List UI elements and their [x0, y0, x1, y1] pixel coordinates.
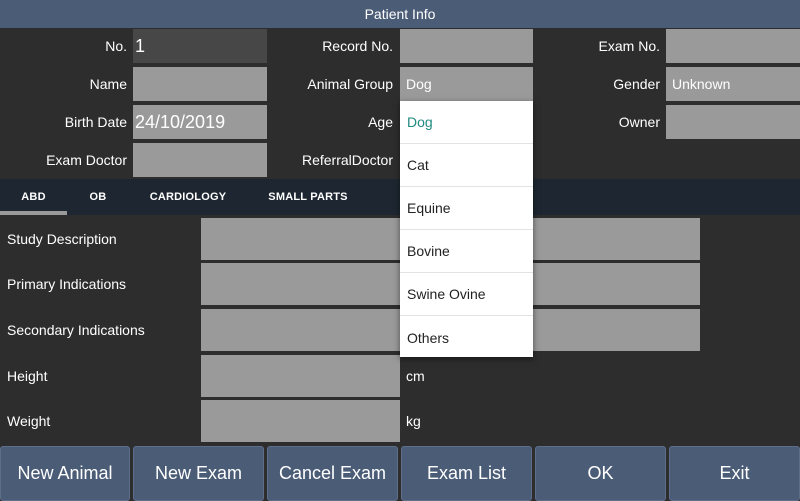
option-cat[interactable]: Cat [400, 144, 533, 187]
option-bovine[interactable]: Bovine [400, 230, 533, 273]
record-no-label: Record No. [322, 38, 393, 54]
tab-cardiology[interactable]: CARDIOLOGY [129, 179, 247, 215]
exam-doctor-field[interactable] [133, 143, 267, 177]
no-label: No. [105, 38, 127, 54]
no-field[interactable]: 1 [133, 29, 267, 63]
tab-small-parts[interactable]: SMALL PARTS [247, 179, 369, 215]
gender-label: Gender [613, 76, 660, 92]
new-exam-button[interactable]: New Exam [133, 446, 264, 501]
study-description-label: Study Description [7, 231, 117, 247]
window-title: Patient Info [0, 0, 800, 28]
secondary-indications-label: Secondary Indications [7, 322, 145, 338]
option-equine[interactable]: Equine [400, 187, 533, 230]
tab-abd[interactable]: ABD [0, 179, 67, 215]
primary-indications-label: Primary Indications [7, 276, 127, 292]
ok-button[interactable]: OK [535, 446, 666, 501]
height-label: Height [7, 368, 48, 384]
exam-list-button[interactable]: Exam List [401, 446, 532, 501]
exit-button[interactable]: Exit [669, 446, 800, 501]
option-swine-ovine[interactable]: Swine Ovine [400, 273, 533, 316]
owner-label: Owner [618, 114, 660, 130]
name-label: Name [89, 76, 127, 92]
name-field[interactable] [133, 67, 267, 101]
birth-date-field[interactable]: 24/10/2019 [133, 105, 267, 139]
option-others[interactable]: Others [400, 316, 533, 359]
height-unit: cm [406, 368, 425, 384]
owner-field[interactable] [666, 105, 800, 139]
gender-select[interactable]: Unknown [666, 67, 800, 101]
record-no-field[interactable] [400, 29, 533, 63]
option-dog[interactable]: Dog [400, 101, 533, 144]
birth-date-label: Birth Date [64, 114, 127, 130]
tab-ob[interactable]: OB [67, 179, 129, 215]
weight-label: Weight [7, 413, 51, 429]
weight-unit: kg [406, 413, 421, 429]
animal-group-dropdown: Dog Cat Equine Bovine Swine Ovine Others [400, 101, 533, 357]
new-animal-button[interactable]: New Animal [0, 446, 130, 501]
height-field[interactable] [201, 355, 400, 397]
referral-doctor-label: ReferralDoctor [301, 152, 393, 168]
exam-no-field[interactable] [666, 29, 800, 63]
weight-field[interactable] [201, 400, 400, 442]
animal-group-select[interactable]: Dog [400, 67, 533, 101]
exam-no-label: Exam No. [598, 38, 660, 54]
exam-doctor-label: Exam Doctor [46, 152, 127, 168]
age-label: Age [368, 114, 393, 130]
cancel-exam-button[interactable]: Cancel Exam [267, 446, 398, 501]
animal-group-label: Animal Group [307, 76, 393, 92]
